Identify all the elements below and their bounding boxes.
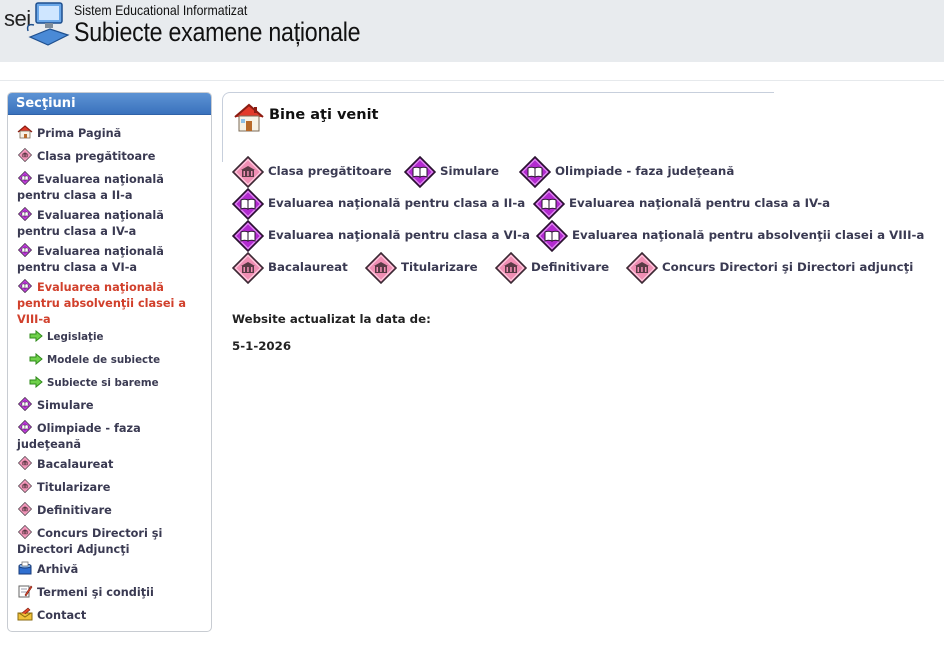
sidebar-subitem-label: Modele de subiecte xyxy=(47,354,161,366)
sidebar-item-label: Arhivă xyxy=(37,563,79,576)
sidebar-item-en-clasa-8[interactable]: Evaluarea naţională pentru absolvenţii c… xyxy=(17,279,207,328)
header-subtitle: Sistem Educational Informatizat xyxy=(74,2,248,18)
diamond-pink-icon xyxy=(232,252,264,284)
diamond-purple-icon xyxy=(17,243,33,257)
update-date: 5-1-2026 xyxy=(232,339,292,353)
sidebar-item-label: Evaluarea naţională pentru clasa a II-a xyxy=(17,173,164,202)
sidebar-subitem-legislatie[interactable]: Legislaţie xyxy=(29,329,209,345)
sidebar-item-label: Simulare xyxy=(37,399,94,412)
link-label: Bacalaureat xyxy=(268,260,348,274)
home-icon xyxy=(17,125,33,139)
diamond-pink-icon xyxy=(17,456,33,470)
sidebar-item-label: Titularizare xyxy=(37,481,111,494)
welcome-heading: Bine aţi venit xyxy=(269,107,379,123)
diamond-pink-icon xyxy=(17,502,33,516)
computer-logo-icon[interactable] xyxy=(26,1,72,49)
diamond-purple-icon xyxy=(17,279,33,293)
arrow-right-icon xyxy=(29,376,43,388)
link-label: Definitivare xyxy=(531,260,610,274)
sidebar-subitem-label: Legislaţie xyxy=(47,331,104,343)
diamond-pink-icon xyxy=(17,525,33,539)
diamond-purple-icon xyxy=(17,420,33,434)
sidebar-item-label: Olimpiade - faza judeţeană xyxy=(17,422,141,451)
sidebar-item-label: Termeni şi condiţii xyxy=(37,586,154,599)
sidebar-item-label: Bacalaureat xyxy=(37,458,114,471)
sidebar-item-simulare[interactable]: Simulare xyxy=(17,397,207,414)
contact-icon xyxy=(17,607,33,621)
sidebar-item-label: Definitivare xyxy=(37,504,112,517)
diamond-pink-icon xyxy=(626,252,658,284)
link-label: Evaluarea naţională pentru absolvenţii c… xyxy=(572,228,925,242)
sidebar-item-prima-pagina[interactable]: Prima Pagină xyxy=(17,125,207,142)
sidebar: Secţiuni Prima Pagină Clasa pregătitoare… xyxy=(7,92,212,632)
sidebar-subitem-subiecte-bareme[interactable]: Subiecte si bareme xyxy=(29,375,209,391)
link-label: Simulare xyxy=(440,164,500,178)
diamond-pink-icon xyxy=(17,148,33,162)
arrow-right-icon xyxy=(29,353,43,365)
sidebar-item-label: Clasa pregătitoare xyxy=(37,150,156,163)
sidebar-item-en-clasa-4[interactable]: Evaluarea naţională pentru clasa a IV-a xyxy=(17,207,207,240)
link-label: Clasa pregătitoare xyxy=(268,164,392,178)
sidebar-item-label: Evaluarea naţională pentru clasa a IV-a xyxy=(17,209,164,238)
sidebar-item-titularizare[interactable]: Titularizare xyxy=(17,479,207,496)
sidebar-item-label: Evaluarea naţională pentru clasa a VI-a xyxy=(17,245,164,274)
sidebar-item-arhiva[interactable]: Arhivă xyxy=(17,561,207,578)
archive-icon xyxy=(17,561,33,575)
link-label: Evaluarea naţională pentru clasa a IV-a xyxy=(569,196,831,210)
header-divider xyxy=(0,80,944,81)
diamond-pink-icon xyxy=(232,156,264,188)
link-label: Titularizare xyxy=(401,260,478,274)
link-label: Evaluarea naţională pentru clasa a II-a xyxy=(268,196,526,210)
sidebar-item-olimpiade[interactable]: Olimpiade - faza judeţeană xyxy=(17,420,207,453)
sidebar-item-en-clasa-2[interactable]: Evaluarea naţională pentru clasa a II-a xyxy=(17,171,207,204)
diamond-purple-icon xyxy=(17,171,33,185)
diamond-purple-icon xyxy=(232,188,264,220)
sidebar-item-concurs-directori[interactable]: Concurs Directori şi Directori Adjuncţi xyxy=(17,525,207,558)
diamond-purple-icon xyxy=(536,220,568,252)
sidebar-title: Secţiuni xyxy=(8,93,211,115)
diamond-pink-icon xyxy=(365,252,397,284)
link-label: Concurs Directori şi Directori adjuncţi xyxy=(662,260,914,274)
sidebar-item-label: Prima Pagină xyxy=(37,127,122,140)
diamond-purple-icon xyxy=(519,156,551,188)
diamond-pink-icon xyxy=(17,479,33,493)
house-icon xyxy=(232,102,266,134)
update-label: Website actualizat la data de: xyxy=(232,312,431,326)
diamond-purple-icon xyxy=(232,220,264,252)
welcome-panel xyxy=(222,92,774,162)
sidebar-subitem-label: Subiecte si bareme xyxy=(47,377,159,389)
sidebar-item-label: Contact xyxy=(37,609,87,622)
sidebar-item-contact[interactable]: Contact xyxy=(17,607,207,624)
site-header: sei Sistem Educational Informatizat Subi… xyxy=(0,0,944,62)
link-label: Olimpiade - faza judeţeană xyxy=(555,164,735,178)
link-label: Evaluarea naţională pentru clasa a VI-a xyxy=(268,228,530,242)
diamond-pink-icon xyxy=(495,252,527,284)
arrow-right-icon xyxy=(29,330,43,342)
header-title: Subiecte examene naționale xyxy=(74,17,361,47)
diamond-purple-icon xyxy=(404,156,436,188)
sidebar-item-en-clasa-6[interactable]: Evaluarea naţională pentru clasa a VI-a xyxy=(17,243,207,276)
sidebar-item-bacalaureat[interactable]: Bacalaureat xyxy=(17,456,207,473)
sidebar-item-definitivare[interactable]: Definitivare xyxy=(17,502,207,519)
diamond-purple-icon xyxy=(17,397,33,411)
notepad-icon xyxy=(17,584,33,598)
sidebar-subitem-modele[interactable]: Modele de subiecte xyxy=(29,352,209,368)
sidebar-item-label: Concurs Directori şi Directori Adjuncţi xyxy=(17,527,163,556)
sidebar-item-termeni[interactable]: Termeni şi condiţii xyxy=(17,584,207,601)
diamond-purple-icon xyxy=(17,207,33,221)
diamond-purple-icon xyxy=(533,188,565,220)
sidebar-item-label: Evaluarea naţională pentru absolvenţii c… xyxy=(17,281,186,326)
sidebar-item-clasa-pregatitoare[interactable]: Clasa pregătitoare xyxy=(17,148,207,165)
